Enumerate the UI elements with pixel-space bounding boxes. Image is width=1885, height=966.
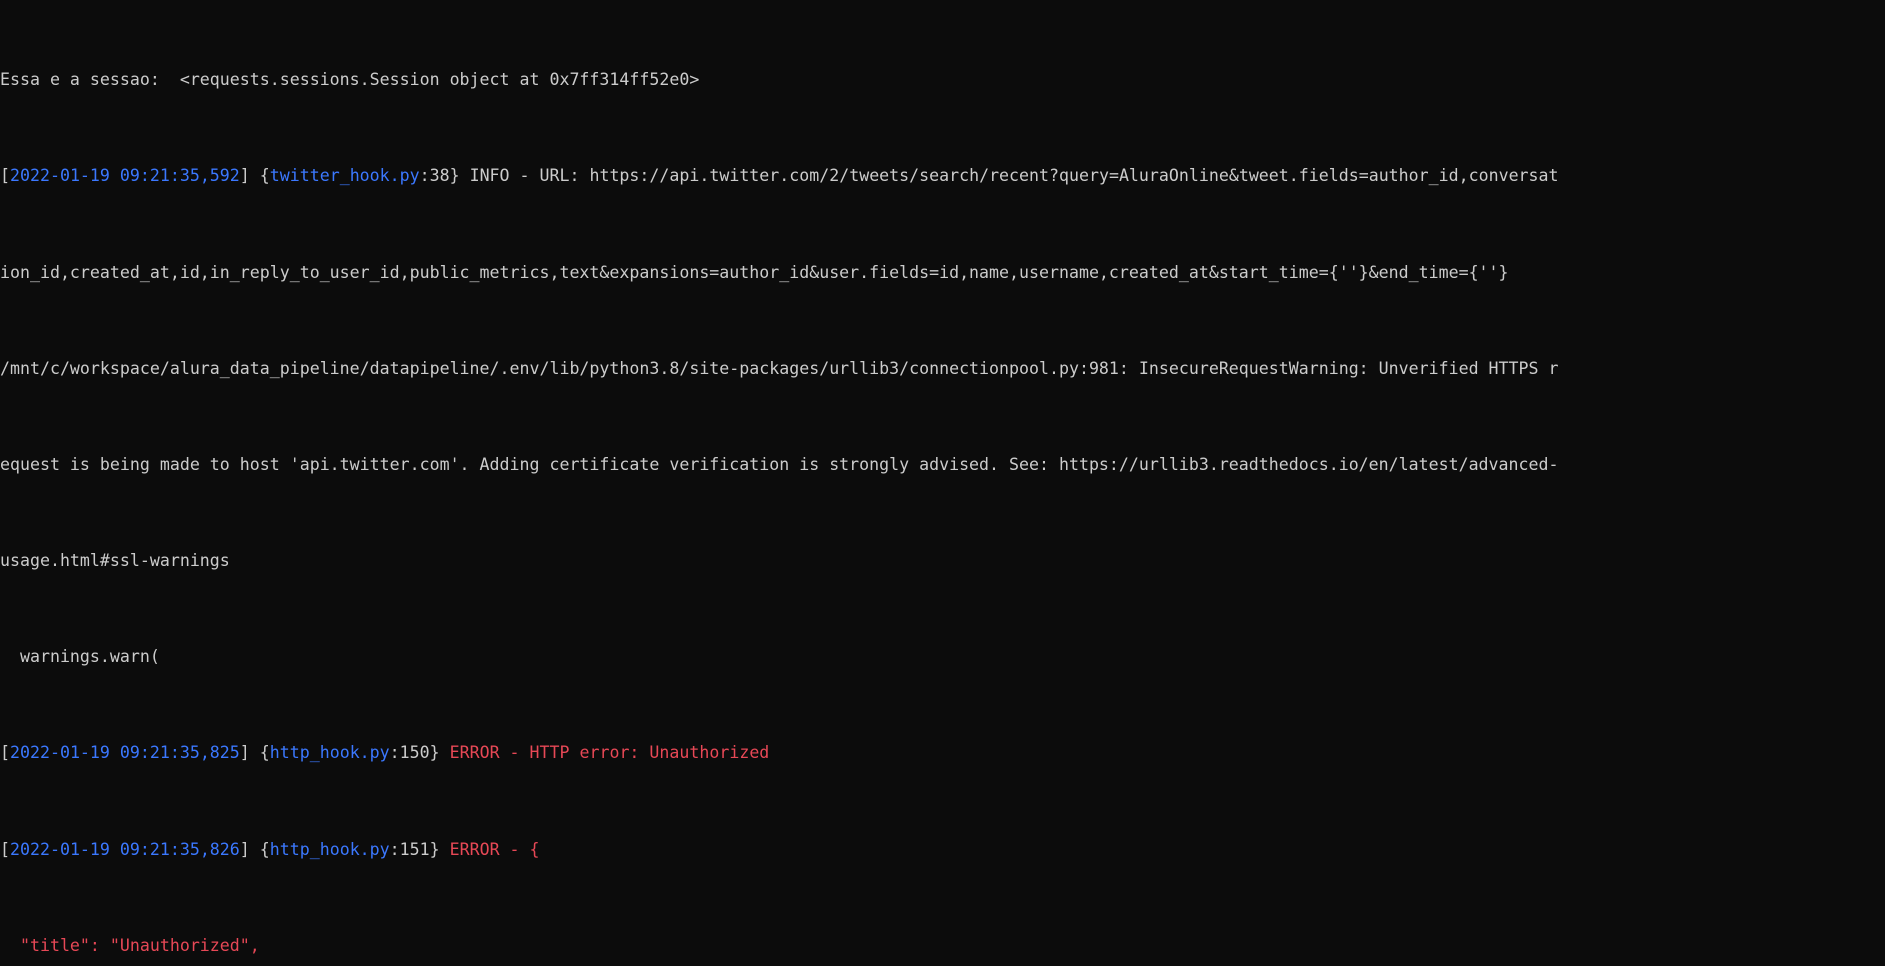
log-line-url-continued-1: ion_id,created_at,id,in_reply_to_user_id… [0, 261, 1885, 285]
bracket-close: ] { [239, 743, 270, 763]
bracket-close: ] { [239, 839, 270, 859]
bracket-close: ] { [239, 166, 270, 186]
error-message: ERROR - HTTP error: Unauthorized [449, 743, 770, 763]
bracket-open: [ [0, 166, 10, 186]
log-timestamp: 2022-01-19 09:21:35,825 [10, 743, 240, 763]
log-info-message: :38} INFO - URL: https://api.twitter.com… [419, 166, 1559, 186]
session-object-text: Essa e a sessao: <requests.sessions.Sess… [0, 70, 700, 90]
url-query-params: ion_id,created_at,id,in_reply_to_user_id… [0, 262, 1509, 282]
brace-close: } [429, 839, 450, 859]
log-line-insecure-warning-2: equest is being made to host 'api.twitte… [0, 453, 1885, 477]
log-source-file: http_hook.py [269, 839, 390, 859]
log-source-line-number: :150 [389, 743, 430, 763]
log-line-info-url: [2022-01-19 09:21:35,592] {twitter_hook.… [0, 164, 1885, 188]
log-timestamp: 2022-01-19 09:21:35,826 [10, 839, 240, 859]
log-timestamp: 2022-01-19 09:21:35,592 [10, 166, 240, 186]
log-source-file: http_hook.py [269, 743, 390, 763]
log-line-error-json-open: [2022-01-19 09:21:35,826] {http_hook.py:… [0, 838, 1885, 862]
log-line-session-object: Essa e a sessao: <requests.sessions.Sess… [0, 68, 1885, 92]
bracket-open: [ [0, 743, 10, 763]
log-source-line-number: :151 [389, 839, 430, 859]
error-json-title: "title": "Unauthorized", [0, 934, 1885, 958]
log-line-error-http: [2022-01-19 09:21:35,825] {http_hook.py:… [0, 741, 1885, 765]
log-source-file: twitter_hook.py [269, 166, 420, 186]
warning-detail-text: equest is being made to host 'api.twitte… [0, 454, 1559, 474]
warnings-warn-text: warnings.warn( [0, 647, 160, 667]
log-line-warnings-warn: warnings.warn( [0, 645, 1885, 669]
bracket-open: [ [0, 839, 10, 859]
error-message: ERROR - { [449, 839, 540, 859]
warning-url-text: usage.html#ssl-warnings [0, 551, 230, 571]
terminal-window[interactable]: Essa e a sessao: <requests.sessions.Sess… [0, 0, 1885, 966]
warning-path-text: /mnt/c/workspace/alura_data_pipeline/dat… [0, 358, 1559, 378]
log-line-insecure-warning-3: usage.html#ssl-warnings [0, 549, 1885, 573]
log-line-insecure-warning-1: /mnt/c/workspace/alura_data_pipeline/dat… [0, 357, 1885, 381]
error-json-title-text: "title": "Unauthorized", [0, 935, 260, 955]
brace-close: } [429, 743, 450, 763]
